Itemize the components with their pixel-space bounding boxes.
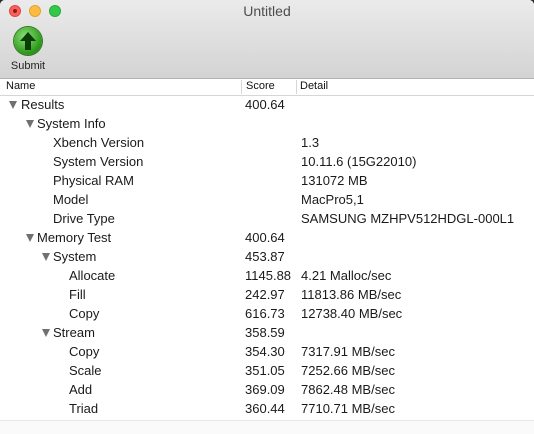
row-score: 400.64: [245, 97, 285, 112]
toolbar: Untitled Submit: [0, 0, 534, 79]
row-name: Add: [69, 382, 93, 397]
outline-row[interactable]: Add 369.09 7862.48 MB/sec: [0, 381, 534, 400]
row-name: Allocate: [69, 268, 116, 283]
horizontal-scrollbar[interactable]: [0, 420, 534, 434]
outline-row[interactable]: Fill 242.97 11813.86 MB/sec: [0, 286, 534, 305]
row-name: Scale: [69, 363, 102, 378]
row-name: Fill: [69, 287, 86, 302]
column-header-name[interactable]: Name: [6, 80, 35, 92]
row-detail: 7710.71 MB/sec: [301, 401, 395, 416]
table-header: Name Score Detail: [0, 79, 534, 96]
row-name: Triad: [69, 401, 99, 416]
row-name: Xbench Version: [53, 135, 145, 150]
row-name: Stream: [53, 325, 95, 340]
row-name: Results: [21, 97, 65, 112]
row-name: Model: [53, 192, 89, 207]
submit-button-label: Submit: [10, 60, 46, 72]
row-score: 354.30: [245, 344, 285, 359]
row-score: 358.59: [245, 325, 285, 340]
row-score: 369.09: [245, 382, 285, 397]
row-name: Physical RAM: [53, 173, 134, 188]
outline-row[interactable]: Copy 354.30 7317.91 MB/sec: [0, 343, 534, 362]
outline-row[interactable]: Physical RAM 131072 MB: [0, 172, 534, 191]
outline-row[interactable]: Xbench Version 1.3: [0, 134, 534, 153]
row-score: 351.05: [245, 363, 285, 378]
row-detail: 12738.40 MB/sec: [301, 306, 403, 321]
upload-arrow-icon: [14, 27, 42, 55]
disclosure-triangle-icon[interactable]: [26, 234, 34, 242]
disclosure-triangle-icon[interactable]: [42, 253, 50, 261]
column-header-score[interactable]: Score: [246, 80, 275, 92]
outline-row[interactable]: Results 400.64: [0, 96, 534, 115]
outline-row[interactable]: Model MacPro5,1: [0, 191, 534, 210]
outline-row[interactable]: Stream 358.59: [0, 324, 534, 343]
row-name: System Version: [53, 154, 144, 169]
app-window: Untitled Submit Name Score Detail Result…: [0, 0, 534, 434]
row-detail: 4.21 Malloc/sec: [301, 268, 392, 283]
row-detail: SAMSUNG MZHPV512HDGL-000L1: [301, 211, 515, 226]
row-name: System Info: [37, 116, 106, 131]
row-detail: 10.11.6 (15G22010): [301, 154, 417, 169]
column-divider[interactable]: [241, 80, 242, 94]
outline-row[interactable]: Memory Test 400.64: [0, 229, 534, 248]
disclosure-triangle-icon[interactable]: [9, 101, 17, 109]
row-detail: 7252.66 MB/sec: [301, 363, 395, 378]
row-detail: 7862.48 MB/sec: [301, 382, 395, 397]
outline-row[interactable]: System 453.87: [0, 248, 534, 267]
row-name: System: [53, 249, 97, 264]
row-name: Copy: [69, 306, 100, 321]
row-score: 242.97: [245, 287, 285, 302]
row-detail: 131072 MB: [301, 173, 368, 188]
outline-row[interactable]: Triad 360.44 7710.71 MB/sec: [0, 400, 534, 419]
row-score: 1145.88: [245, 268, 292, 283]
row-score: 360.44: [245, 401, 285, 416]
disclosure-triangle-icon[interactable]: [26, 120, 34, 128]
outline-row[interactable]: Scale 351.05 7252.66 MB/sec: [0, 362, 534, 381]
row-detail: 11813.86 MB/sec: [301, 287, 402, 302]
row-name: Copy: [69, 344, 100, 359]
submit-button[interactable]: Submit: [4, 26, 52, 74]
row-detail: MacPro5,1: [301, 192, 364, 207]
outline-row[interactable]: Drive Type SAMSUNG MZHPV512HDGL-000L1: [0, 210, 534, 229]
column-header-detail[interactable]: Detail: [300, 80, 328, 92]
row-detail: 1.3: [301, 135, 320, 150]
outline-row[interactable]: System Version 10.11.6 (15G22010): [0, 153, 534, 172]
row-score: 453.87: [245, 249, 285, 264]
outline-row[interactable]: System Info: [0, 115, 534, 134]
column-divider[interactable]: [296, 80, 297, 94]
row-name: Drive Type: [53, 211, 115, 226]
outline-row[interactable]: Copy 616.73 12738.40 MB/sec: [0, 305, 534, 324]
row-score: 616.73: [245, 306, 285, 321]
row-score: 400.64: [245, 230, 285, 245]
row-detail: 7317.91 MB/sec: [301, 344, 395, 359]
disclosure-triangle-icon[interactable]: [42, 329, 50, 337]
window-title: Untitled: [243, 3, 291, 19]
results-outline: Results 400.64 System Info Xbench Version 1.…: [0, 96, 534, 434]
row-name: Memory Test: [37, 230, 112, 245]
outline-row[interactable]: Allocate 1145.88 4.21 Malloc/sec: [0, 267, 534, 286]
